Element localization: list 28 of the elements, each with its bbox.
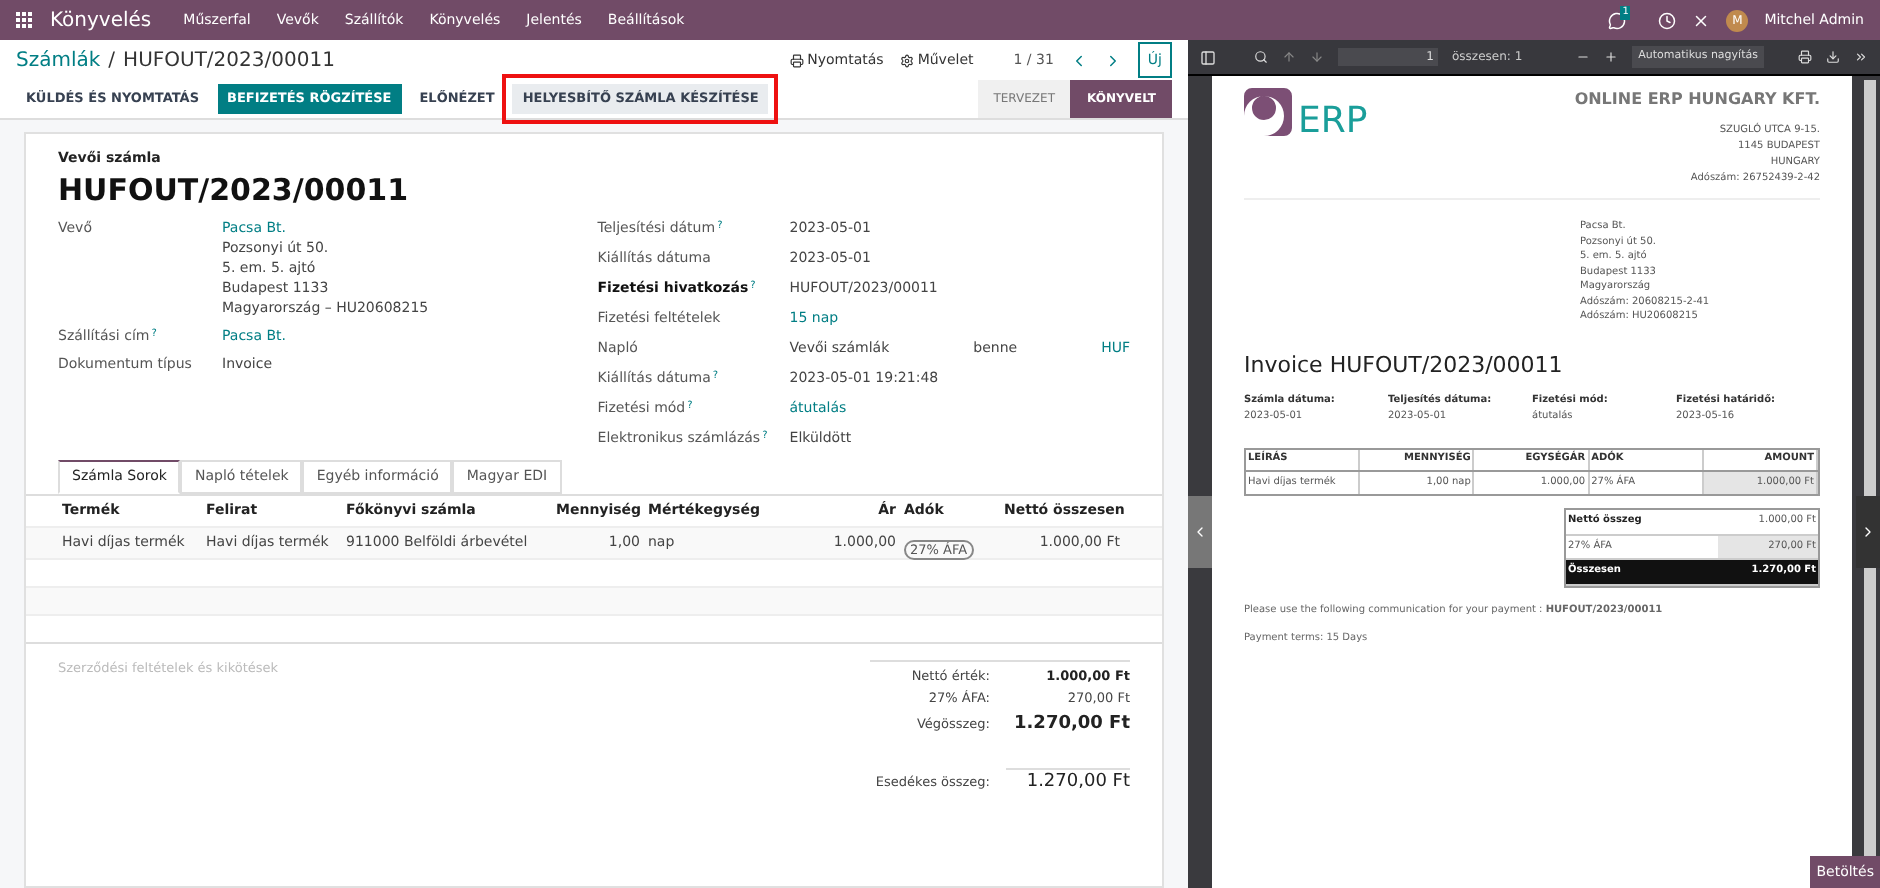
form-title: HUFOUT/2023/00011 xyxy=(58,172,411,208)
zoom-in-icon[interactable] xyxy=(1604,50,1619,64)
invoice-title: Invoice HUFOUT/2023/00011 xyxy=(1244,349,1565,381)
apps-grid-icon[interactable] xyxy=(16,11,34,29)
sidebar-toggle-icon[interactable] xyxy=(1200,49,1216,65)
chevron-left-icon xyxy=(1192,524,1208,540)
breadcrumb-separator: / xyxy=(108,47,116,75)
gear-icon xyxy=(899,53,914,67)
zoom-out-icon[interactable] xyxy=(1576,50,1591,64)
breadcrumb-current: HUFOUT/2023/00011 xyxy=(123,47,335,75)
search-icon[interactable] xyxy=(1254,50,1268,64)
due-value: 1.270,00 Ft xyxy=(1006,768,1130,797)
logo-icon xyxy=(1244,88,1292,136)
tools-icon[interactable] xyxy=(1692,11,1711,29)
breadcrumb-link[interactable]: Számlák xyxy=(16,45,101,75)
logo-text: ERP xyxy=(1298,98,1368,146)
arrow-down-icon[interactable] xyxy=(1310,50,1324,64)
arrow-up-icon[interactable] xyxy=(1282,50,1296,64)
company-name: ONLINE ERP HUNGARY KFT. xyxy=(1574,88,1820,112)
app-title[interactable]: Könyvelés xyxy=(50,5,152,35)
print-icon[interactable] xyxy=(1798,50,1812,64)
clock-icon[interactable] xyxy=(1658,11,1677,29)
tools-menu-icon[interactable] xyxy=(1854,50,1868,64)
total-value: 1.270,00 Ft xyxy=(1012,711,1130,737)
chat-icon[interactable] xyxy=(1608,11,1627,29)
printer-icon xyxy=(789,53,804,67)
download-icon[interactable] xyxy=(1826,50,1840,64)
chevron-right-icon xyxy=(1860,524,1876,540)
